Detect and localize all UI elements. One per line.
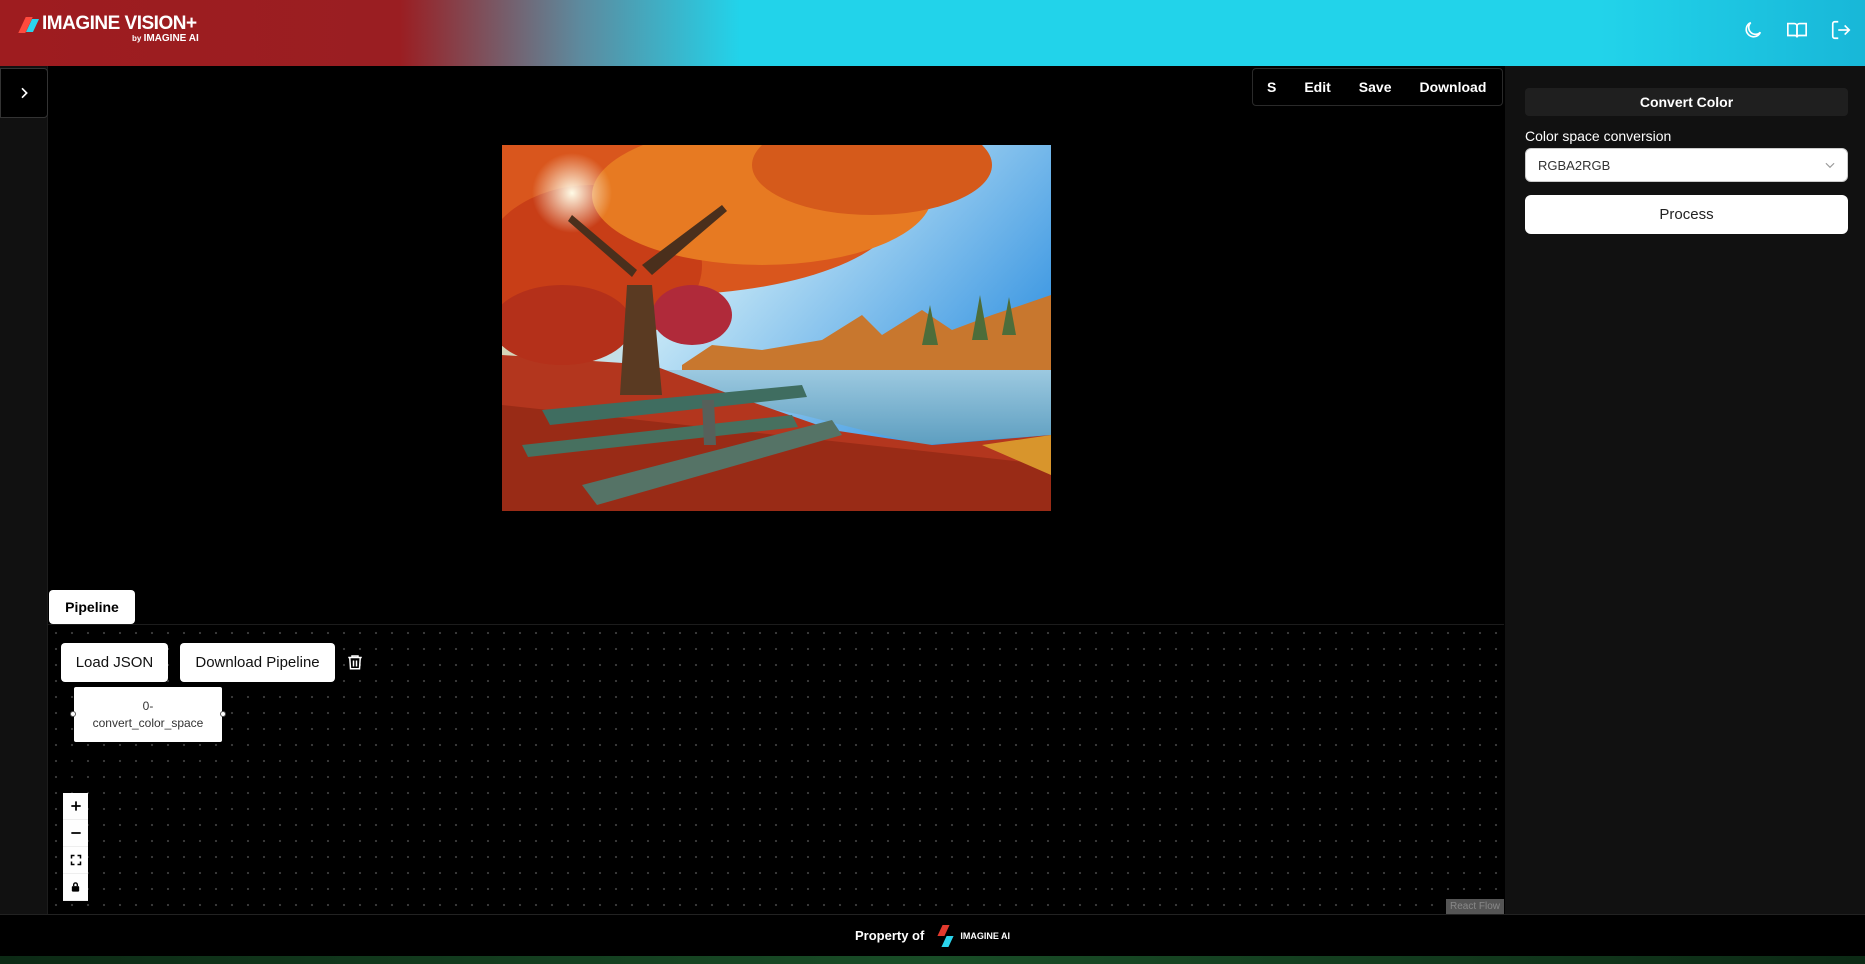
image-toolbar: S Edit Save Download	[1252, 68, 1503, 106]
pipeline-canvas[interactable]: Load JSON Download Pipeline 0- convert_c…	[48, 624, 1504, 914]
logo-mark-icon	[18, 17, 40, 35]
zoom-in-icon[interactable]	[63, 793, 88, 820]
logout-icon[interactable]	[1829, 18, 1853, 42]
chevron-right-icon	[21, 87, 28, 99]
color-space-select[interactable]: RGBA2RGB	[1525, 148, 1848, 182]
tab-pipeline[interactable]: Pipeline	[49, 590, 135, 624]
node-output-handle[interactable]	[220, 711, 226, 717]
footer-logo: IMAGINE AI	[934, 924, 1010, 948]
edit-button[interactable]: Edit	[1290, 79, 1344, 95]
bottom-strip	[0, 956, 1865, 964]
color-space-select-value: RGBA2RGB	[1538, 157, 1611, 173]
react-flow-attribution[interactable]: React Flow	[1445, 899, 1504, 914]
panel-title: Convert Color	[1525, 88, 1848, 116]
preview-image	[502, 145, 1051, 511]
download-button[interactable]: Download	[1406, 79, 1501, 95]
fit-view-icon[interactable]	[63, 847, 88, 874]
logo-title: IMAGINE VISION+	[42, 13, 197, 34]
moon-icon[interactable]	[1741, 18, 1765, 42]
node-input-handle[interactable]	[70, 711, 76, 717]
left-sidebar	[0, 66, 48, 914]
app-header: IMAGINE VISION+ by IMAGINE AI	[0, 0, 1865, 66]
pipeline-node[interactable]: 0- convert_color_space	[70, 687, 226, 742]
flow-controls	[63, 793, 88, 901]
color-space-label: Color space conversion	[1525, 128, 1672, 144]
download-pipeline-button[interactable]: Download Pipeline	[180, 643, 335, 682]
properties-panel: Convert Color Color space conversion RGB…	[1505, 66, 1865, 914]
node-index: 0-	[142, 698, 154, 713]
process-button[interactable]: Process	[1525, 195, 1848, 234]
lock-icon[interactable]	[63, 874, 88, 901]
zoom-out-icon[interactable]	[63, 820, 88, 847]
book-icon[interactable]	[1785, 18, 1809, 42]
footer-company: IMAGINE AI	[960, 930, 1010, 941]
trash-icon[interactable]	[346, 652, 364, 677]
logo-subtitle: by IMAGINE AI	[132, 33, 199, 44]
s-button[interactable]: S	[1253, 79, 1290, 95]
sidebar-expand-button[interactable]	[0, 68, 48, 118]
save-button[interactable]: Save	[1345, 79, 1406, 95]
company-logo-icon	[934, 924, 956, 948]
chevron-down-icon	[1825, 162, 1835, 169]
node-label: convert_color_space	[92, 715, 204, 730]
app-footer: Property of IMAGINE AI	[0, 914, 1865, 956]
load-json-button[interactable]: Load JSON	[61, 643, 168, 682]
footer-property-label: Property of	[854, 928, 925, 943]
app-logo[interactable]: IMAGINE VISION+ by IMAGINE AI	[18, 13, 199, 44]
